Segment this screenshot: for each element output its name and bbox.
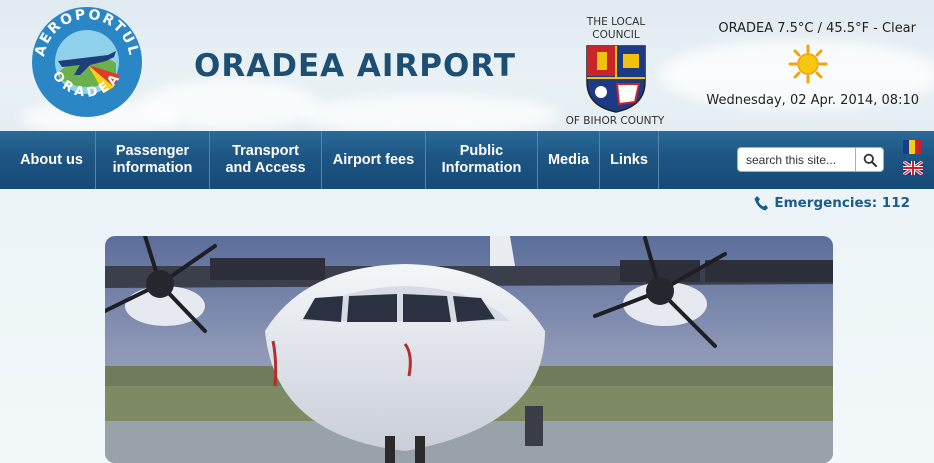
romanian-flag-icon[interactable] <box>903 140 921 154</box>
nav-transport-access-line2: and Access <box>225 160 306 176</box>
nav-public-information[interactable]: Public Information <box>426 131 538 189</box>
council-label-bottom: OF BIHOR COUNTY <box>565 115 665 127</box>
nav-public-information-line2: Information <box>441 160 522 176</box>
nav-transport-access-line1: Transport <box>232 143 299 159</box>
sun-icon <box>788 44 828 84</box>
council-line-1: THE LOCAL <box>586 16 646 28</box>
search-input[interactable] <box>737 147 856 172</box>
nav-links-label: Links <box>610 151 648 168</box>
main-navigation: About us Passenger information Transport… <box>0 131 934 189</box>
page: AEROPORTUL ORADEA ORADEA AIRPORT THE LOC… <box>0 0 934 463</box>
council-label-top: THE LOCAL COUNCIL <box>578 16 654 42</box>
magnifier-icon <box>863 153 877 167</box>
nav-transport-access[interactable]: Transport and Access <box>210 131 322 189</box>
nav-airport-fees[interactable]: Airport fees <box>322 131 426 189</box>
airport-logo[interactable]: AEROPORTUL ORADEA <box>30 5 144 119</box>
date-time: Wednesday, 02 Apr. 2014, 08:10 <box>706 93 919 108</box>
search-button[interactable] <box>855 147 884 172</box>
nav-airport-fees-label: Airport fees <box>332 151 415 168</box>
hero-aircraft-photo <box>105 236 833 463</box>
council-line-2: COUNCIL <box>592 29 640 41</box>
nav-public-information-line1: Public <box>459 143 504 159</box>
nav-passenger-information-line1: Passenger <box>115 143 190 159</box>
nav-links[interactable]: Links <box>600 131 659 189</box>
emergency-contact[interactable]: Emergencies: 112 <box>754 195 910 211</box>
emergency-text: Emergencies: 112 <box>774 195 910 211</box>
nav-passenger-information[interactable]: Passenger information <box>96 131 210 189</box>
bihor-county-crest[interactable] <box>585 44 647 114</box>
nav-about-us-label: About us <box>20 151 83 168</box>
uk-flag-icon[interactable] <box>903 161 923 175</box>
nav-media[interactable]: Media <box>538 131 600 189</box>
nav-media-label: Media <box>547 151 590 168</box>
weather-text: ORADEA 7.5°C / 45.5°F - Clear <box>718 21 916 36</box>
site-title[interactable]: ORADEA AIRPORT <box>194 48 516 84</box>
header: AEROPORTUL ORADEA ORADEA AIRPORT THE LOC… <box>0 0 934 131</box>
nav-passenger-information-line2: information <box>112 160 193 176</box>
phone-icon <box>754 196 769 211</box>
nav-about-us[interactable]: About us <box>8 131 96 189</box>
